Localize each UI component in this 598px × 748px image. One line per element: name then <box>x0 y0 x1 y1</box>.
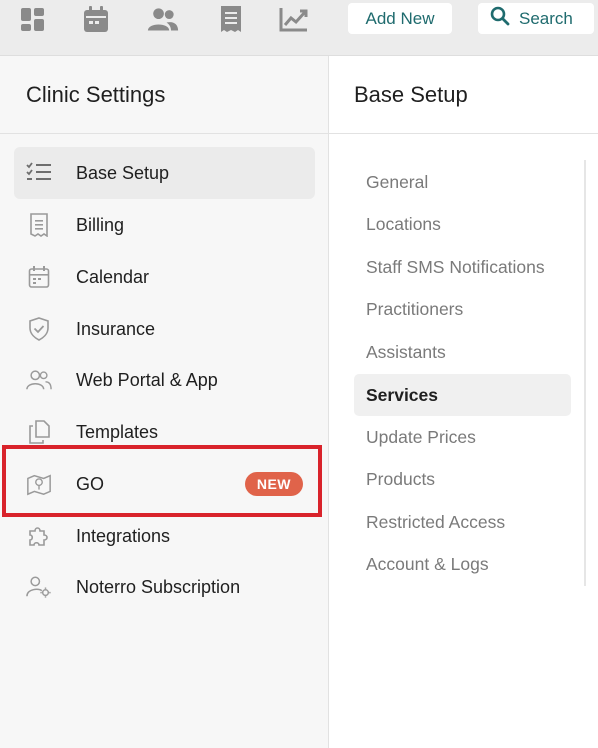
map-pin-icon <box>26 471 52 497</box>
settings-sidebar: Clinic Settings Base Setup Billing Calen… <box>0 56 329 748</box>
subnav-item-assistants[interactable]: Assistants <box>354 331 571 373</box>
user-settings-icon <box>26 574 52 600</box>
add-new-button[interactable]: Add New <box>348 3 452 34</box>
subnav-item-label: Products <box>366 469 436 489</box>
new-badge: NEW <box>244 472 303 496</box>
nav-item-calendar[interactable]: Calendar <box>14 251 315 303</box>
nav-item-label: GO <box>76 474 105 494</box>
settings-sidebar-header: Clinic Settings <box>0 56 328 134</box>
subnav-item-general[interactable]: General <box>354 161 571 203</box>
nav-item-base-setup[interactable]: Base Setup <box>14 147 315 199</box>
subnav-item-restricted-access[interactable]: Restricted Access <box>354 501 571 543</box>
nav-item-go[interactable]: GO NEW <box>14 458 315 510</box>
nav-item-label: Base Setup <box>76 163 170 183</box>
nav-item-integrations[interactable]: Integrations <box>14 510 315 562</box>
users-icon <box>26 367 52 393</box>
page-title: Clinic Settings <box>26 82 166 107</box>
nav-item-noterro-subscription[interactable]: Noterro Subscription <box>14 561 315 613</box>
receipt-icon <box>26 212 52 238</box>
add-new-label: Add New <box>365 8 435 28</box>
chart-icon[interactable] <box>278 4 310 34</box>
subnav-item-staff-sms-notifications[interactable]: Staff SMS Notifications <box>354 246 571 288</box>
nav-item-web-portal[interactable]: Web Portal & App <box>14 354 315 406</box>
nav-item-label: Insurance <box>76 319 156 339</box>
subnav-item-practitioners[interactable]: Practitioners <box>354 288 571 330</box>
nav-item-label: Templates <box>76 422 159 442</box>
people-icon[interactable] <box>147 4 179 34</box>
subnav-item-label: Restricted Access <box>366 512 506 532</box>
search-button[interactable]: Search <box>478 3 594 34</box>
subnav-item-label: Locations <box>366 214 441 234</box>
nav-item-label: Web Portal & App <box>76 370 218 390</box>
nav-item-label: Calendar <box>76 267 150 287</box>
subnav-item-label: General <box>366 172 429 192</box>
nav-item-templates[interactable]: Templates <box>14 406 315 458</box>
calendar-icon[interactable] <box>80 4 112 34</box>
nav-item-label: Integrations <box>76 526 171 546</box>
checklist-icon <box>26 160 52 186</box>
base-setup-panel: Base Setup General Locations Staff SMS N… <box>329 56 598 748</box>
scrollbar-track[interactable] <box>584 160 586 586</box>
nav-item-label: Noterro Subscription <box>76 577 241 597</box>
search-icon <box>490 6 510 31</box>
receipt-icon[interactable] <box>215 4 247 34</box>
copy-icon <box>26 419 52 445</box>
subnav-item-label: Account & Logs <box>366 554 489 574</box>
nav-item-billing[interactable]: Billing <box>14 199 315 251</box>
subnav-item-label: Assistants <box>366 342 446 362</box>
subnav-item-locations[interactable]: Locations <box>354 203 571 245</box>
nav-item-label: Billing <box>76 215 125 235</box>
subnav-item-update-prices[interactable]: Update Prices <box>354 416 571 458</box>
dashboard-icon[interactable] <box>17 4 49 34</box>
puzzle-icon <box>26 523 52 549</box>
subnav-item-services[interactable]: Services <box>354 374 571 416</box>
subnav-item-products[interactable]: Products <box>354 458 571 500</box>
subnav-item-label: Practitioners <box>366 299 464 319</box>
subnav-item-label: Update Prices <box>366 427 476 447</box>
top-toolbar: Add New Search <box>0 0 598 56</box>
calendar-icon <box>26 264 52 290</box>
search-label: Search <box>519 8 573 28</box>
base-setup-header: Base Setup <box>329 56 598 134</box>
nav-item-insurance[interactable]: Insurance <box>14 303 315 355</box>
subnav-item-label: Staff SMS Notifications <box>366 257 545 277</box>
section-title: Base Setup <box>354 82 468 107</box>
subnav-item-label: Services <box>366 385 439 405</box>
shield-check-icon <box>26 316 52 342</box>
subnav-item-account-logs[interactable]: Account & Logs <box>354 543 571 585</box>
